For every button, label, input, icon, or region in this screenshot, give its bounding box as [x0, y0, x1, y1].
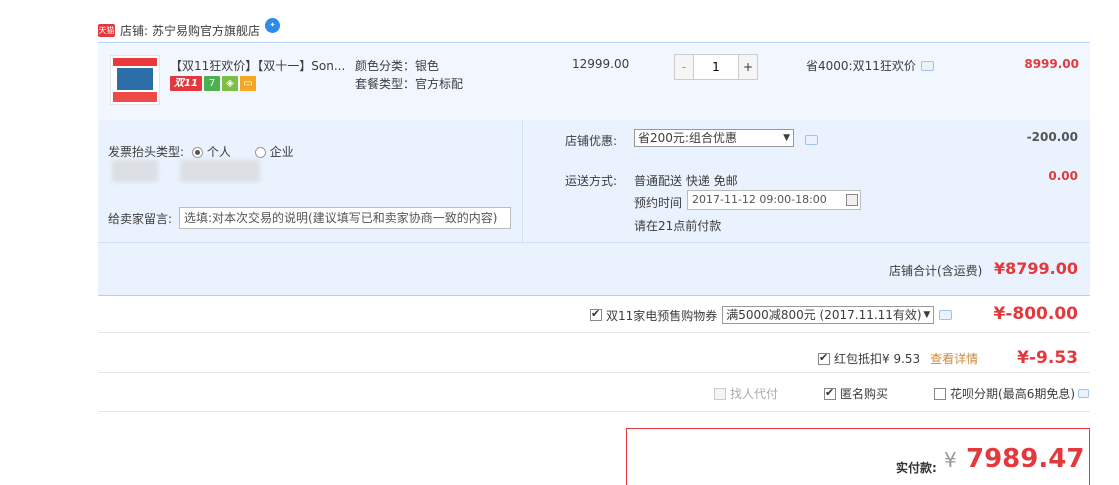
hongbao-details-link[interactable]: 查看详情 [930, 350, 978, 367]
anonymous-checkbox[interactable] [824, 386, 837, 400]
shipping-method: 普通配送 快递 免邮 [634, 174, 738, 188]
sku-color: 颜色分类：银色 [355, 59, 440, 73]
qty-plus-button[interactable]: + [738, 54, 758, 80]
appointment-label: 预约时间 [634, 196, 683, 210]
coupon-checkbox[interactable] [590, 307, 602, 321]
credit-card-icon: ▭ [240, 76, 256, 91]
divider [98, 372, 1090, 373]
divider [98, 411, 1090, 412]
total-label: 实付款: [896, 461, 937, 475]
invoice-personal-radio[interactable] [191, 147, 203, 158]
shop-name-link[interactable]: 苏宁易购官方旗舰店 [152, 22, 260, 39]
item-badges: 双11 7 ◈ ▭ [170, 76, 256, 91]
installment-label: 花呗分期(最高6期免息) [950, 387, 1076, 401]
coupon-select[interactable]: 满5000减800元 (2017.11.11有效) ▼ [722, 306, 935, 324]
shop-discount-selected: 省200元:组合优惠 [638, 131, 737, 145]
guarantee-icon: ◈ [222, 76, 238, 91]
item-title-link[interactable]: 【双11狂欢价】【双十一】Son... [170, 57, 345, 74]
message-icon[interactable] [920, 60, 934, 71]
promo-text: 省4000:双11狂欢价 [806, 59, 916, 73]
proxy-pay-label: 找人代付 [730, 387, 779, 401]
divider [98, 295, 1090, 296]
shop-discount-value: -200.00 [1026, 130, 1078, 144]
proxy-pay-option: 找人代付 [714, 385, 778, 402]
anonymous-label: 匿名购买 [840, 387, 889, 401]
message-icon[interactable] [1078, 389, 1090, 398]
coupon-label: 双11家电预售购物券 [606, 308, 718, 323]
divider [98, 332, 1090, 333]
appointment-input[interactable]: 2017-11-12 09:00-18:00 [687, 190, 861, 210]
qty-minus-button[interactable]: - [674, 54, 694, 80]
invoice-company-radio[interactable] [254, 147, 266, 158]
payment-options: 找人代付 匿名购买 花呗分期(最高6期免息) [714, 385, 1090, 402]
item-sku: 颜色分类：银色 套餐类型：官方标配 [355, 57, 463, 93]
installment-option: 花呗分期(最高6期免息) [934, 385, 1090, 402]
divider [98, 242, 1090, 243]
item-subtotal: 8999.00 [1024, 57, 1079, 71]
hongbao-row: 红包抵扣¥ 9.53 查看详情 [818, 350, 978, 367]
shop-total-value: ¥8799.00 [993, 259, 1078, 278]
invoice-label: 发票抬头类型: [108, 145, 185, 159]
invoice-company-label: 企业 [269, 145, 294, 159]
qty-input[interactable]: 1 [694, 54, 738, 80]
hongbao-checkbox[interactable] [818, 351, 830, 365]
chevron-down-icon: ▼ [923, 310, 931, 320]
redacted-field [180, 160, 260, 182]
currency-symbol: ¥ [944, 448, 957, 472]
divider [98, 42, 1090, 43]
product-thumbnail[interactable] [110, 55, 160, 105]
tmall-logo: 天猫 [98, 23, 115, 37]
double11-badge: 双11 [170, 76, 202, 91]
message-label: 给卖家留言: [108, 212, 173, 226]
redacted-field [112, 160, 158, 182]
shop-total-label: 店铺合计(含运费) [889, 264, 983, 278]
shop-label: 店铺: [120, 23, 149, 38]
invoice-type: 发票抬头类型: 个人 企业 [108, 143, 294, 160]
hongbao-label: 红包抵扣¥ 9.53 [834, 352, 921, 366]
item-promo: 省4000:双11狂欢价 [806, 57, 934, 74]
message-icon[interactable] [805, 135, 818, 145]
calendar-icon[interactable] [846, 194, 858, 206]
shipping-label: 运送方式: [565, 174, 618, 188]
pay-before-note: 请在21点前付款 [634, 219, 722, 233]
shop-discount-select[interactable]: 省200元:组合优惠 ▼ [634, 129, 794, 147]
invoice-personal-label: 个人 [206, 145, 231, 159]
appointment-value: 2017-11-12 09:00-18:00 [692, 193, 827, 206]
shop-header: 天猫 店铺: 苏宁易购官方旗舰店 ✦ [98, 17, 281, 42]
quantity-stepper: - 1 + [674, 54, 758, 80]
divider [522, 120, 523, 242]
shop-discount-label: 店铺优惠: [565, 134, 618, 148]
anonymous-option: 匿名购买 [824, 385, 888, 402]
seven-day-return-icon: 7 [204, 76, 220, 91]
sku-package: 套餐类型：官方标配 [355, 77, 464, 91]
installment-checkbox[interactable] [934, 387, 947, 400]
message-icon[interactable] [939, 310, 953, 320]
chevron-down-icon: ▼ [783, 133, 790, 143]
coupon-value: ¥-800.00 [993, 304, 1079, 324]
chat-icon[interactable]: ✦ [265, 17, 281, 33]
coupon-selected: 满5000减800元 (2017.11.11有效) [726, 308, 922, 322]
message-input[interactable]: 选填:对本次交易的说明(建议填写已和卖家协商一致的内容) [179, 207, 511, 229]
hongbao-value: ¥-9.53 [1017, 348, 1078, 368]
shipping-value: 0.00 [1048, 169, 1078, 183]
coupon-row: 双11家电预售购物券 满5000减800元 (2017.11.11有效) ▼ [590, 306, 953, 324]
total-value: 7989.47 [966, 444, 1085, 474]
unit-price: 12999.00 [572, 57, 630, 71]
proxy-pay-checkbox [714, 387, 726, 400]
